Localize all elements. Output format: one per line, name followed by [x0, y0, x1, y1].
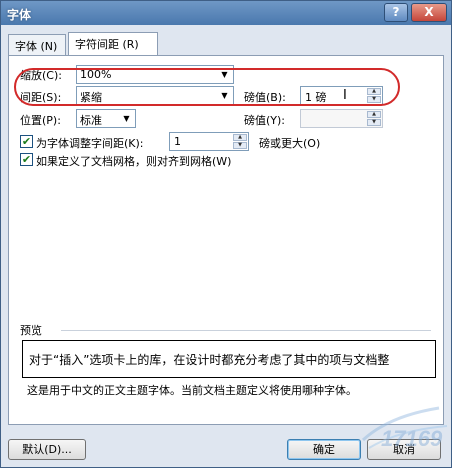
- text-cursor-icon: I: [343, 88, 347, 103]
- snap-to-grid-label: 如果定义了文档网格，则对齐到网格(W): [36, 155, 232, 168]
- preview-note: 这是用于中文的正文主题字体。当前文档主题定义将使用哪种字体。: [27, 384, 357, 397]
- watermark-logo-icon: 17169: [361, 406, 448, 451]
- kerning-label: 为字体调整字间距(K):: [36, 137, 144, 150]
- kerning-suffix: 磅或更大(O): [259, 137, 321, 150]
- position-by-label: 磅值(Y):: [244, 114, 286, 127]
- spin-down-icon[interactable]: ▼: [367, 96, 381, 103]
- spacing-value: 紧缩: [80, 91, 102, 104]
- position-by-spinner[interactable]: ▲ ▼: [300, 109, 383, 128]
- scale-select[interactable]: 100% ▼: [76, 65, 234, 84]
- font-dialog: 字体 ? X 字体 (N) 字符间距 (R) 缩放(C): 100% ▼ 间距(…: [0, 0, 452, 468]
- chevron-down-icon: ▼: [221, 70, 228, 79]
- tab-font[interactable]: 字体 (N): [8, 34, 66, 55]
- spin-up-icon[interactable]: ▲: [367, 111, 381, 118]
- ok-button[interactable]: 确定: [287, 439, 361, 460]
- spin-up-icon[interactable]: ▲: [367, 88, 381, 95]
- svg-text:17169: 17169: [381, 426, 443, 451]
- spacing-by-label: 磅值(B):: [244, 91, 286, 104]
- kerning-checkbox[interactable]: ✔: [20, 135, 33, 148]
- spin-down-icon[interactable]: ▼: [367, 119, 381, 126]
- title-bar[interactable]: 字体 ? X: [1, 1, 451, 25]
- close-button[interactable]: X: [411, 3, 447, 22]
- snap-to-grid-checkbox[interactable]: ✔: [20, 153, 33, 166]
- spin-down-icon[interactable]: ▼: [233, 142, 247, 149]
- position-value: 标准: [80, 114, 102, 127]
- position-select[interactable]: 标准 ▼: [76, 109, 136, 128]
- chevron-down-icon: ▼: [123, 114, 130, 123]
- spacing-label: 间距(S):: [20, 91, 62, 104]
- tab-character-spacing[interactable]: 字符间距 (R): [68, 32, 158, 55]
- scale-value: 100%: [80, 68, 112, 81]
- preview-divider: [61, 330, 431, 331]
- window-title: 字体: [7, 8, 32, 22]
- kerning-value: 1: [174, 135, 181, 148]
- default-button[interactable]: 默认(D)...: [8, 439, 86, 460]
- chevron-down-icon: ▼: [221, 91, 228, 100]
- spin-up-icon[interactable]: ▲: [233, 134, 247, 141]
- spacing-select[interactable]: 紧缩 ▼: [76, 86, 234, 105]
- preview-sample-text: 对于“插入”选项卡上的库，在设计时都充分考虑了其中的项与文档整: [29, 353, 390, 367]
- kerning-spinner[interactable]: 1 ▲ ▼: [169, 132, 249, 151]
- preview-heading: 预览: [20, 324, 42, 337]
- spacing-by-value: 1 磅: [305, 91, 327, 104]
- spacing-by-spinner[interactable]: 1 磅 I ▲ ▼: [300, 86, 383, 105]
- scale-label: 缩放(C):: [20, 69, 62, 82]
- help-button[interactable]: ?: [384, 3, 408, 22]
- preview-box: 对于“插入”选项卡上的库，在设计时都充分考虑了其中的项与文档整: [22, 340, 436, 378]
- position-label: 位置(P):: [20, 114, 61, 127]
